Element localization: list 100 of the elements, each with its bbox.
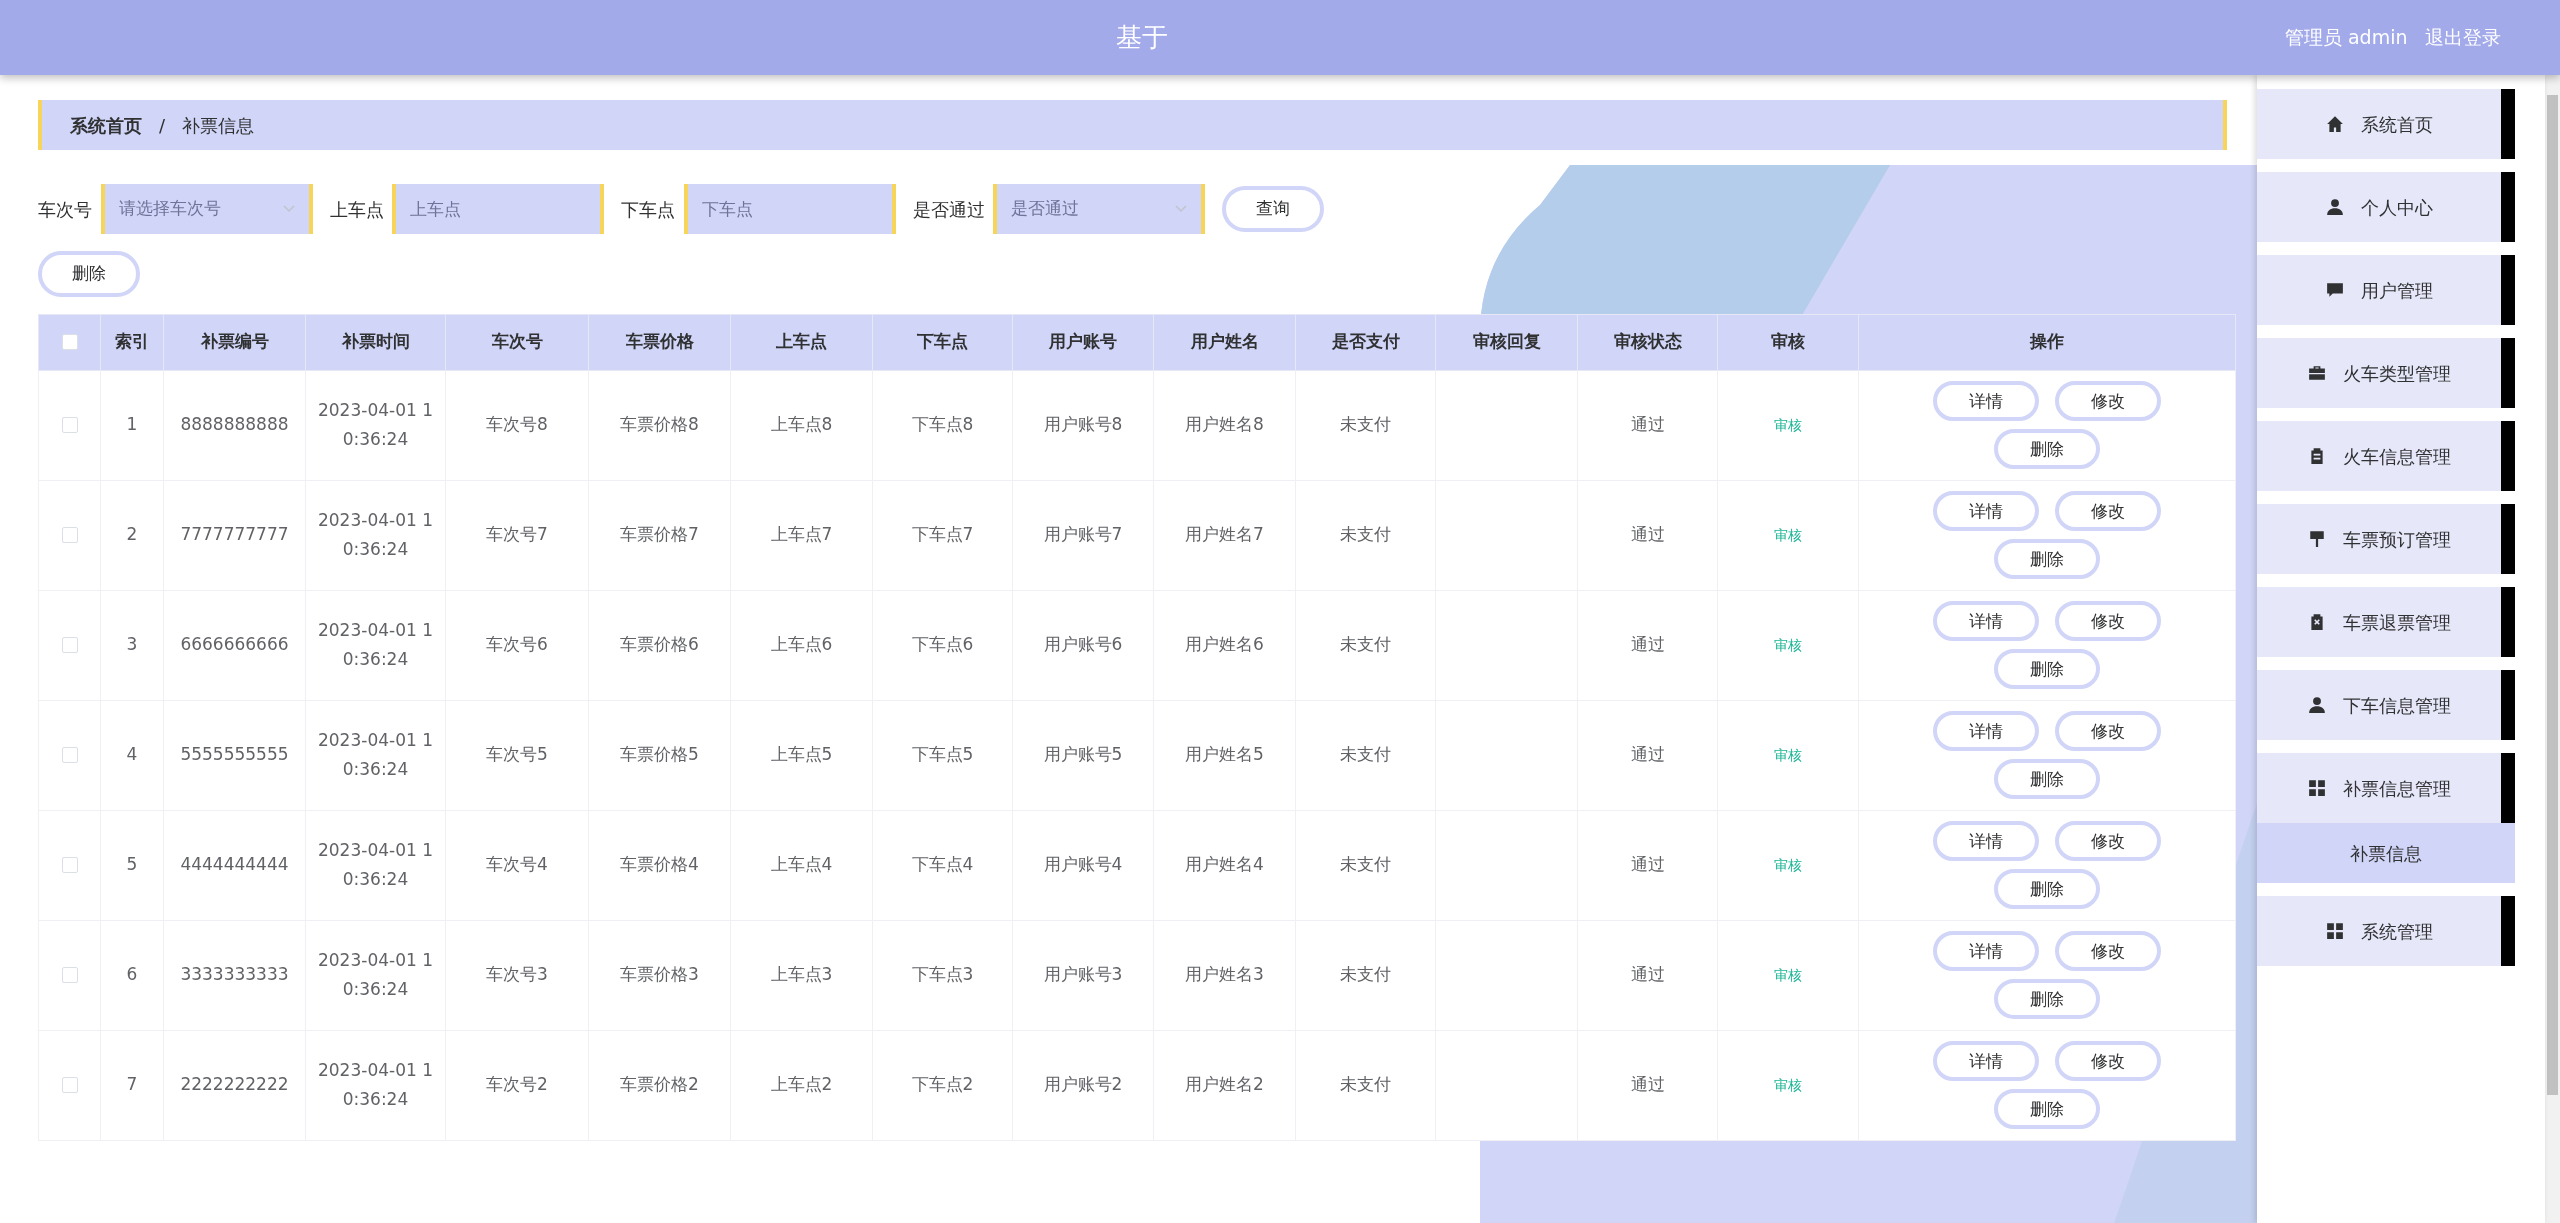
- sidebar-item[interactable]: 个人中心: [2257, 172, 2515, 242]
- sidebar-item[interactable]: 车票预订管理: [2257, 504, 2515, 574]
- select-all-checkbox[interactable]: [61, 334, 78, 351]
- table-cell: 车次号4: [486, 854, 548, 875]
- sidebar-item[interactable]: 补票信息管理: [2257, 753, 2515, 823]
- table-cell: 6: [126, 964, 138, 985]
- row-checkbox[interactable]: [61, 747, 78, 764]
- action-button[interactable]: 修改: [2055, 1041, 2161, 1081]
- table-cell: 未支付: [1340, 744, 1391, 765]
- column-header: 索引: [100, 314, 164, 370]
- table-cell: 用户姓名7: [1185, 524, 1264, 545]
- table-cell: 通过: [1630, 524, 1665, 545]
- row-checkbox[interactable]: [61, 857, 78, 874]
- action-button[interactable]: 修改: [2055, 491, 2161, 531]
- action-button[interactable]: 详情: [1933, 821, 2039, 861]
- row-checkbox[interactable]: [61, 637, 78, 654]
- home-icon: [2325, 115, 2344, 133]
- action-button[interactable]: 删除: [1994, 539, 2100, 579]
- table-cell: 2: [126, 524, 138, 545]
- sidebar-item[interactable]: 系统管理: [2257, 896, 2515, 966]
- table-cell: 上车点3: [770, 964, 833, 985]
- action-button[interactable]: 详情: [1933, 1041, 2039, 1081]
- sidebar-item[interactable]: 火车信息管理: [2257, 421, 2515, 491]
- table-cell: 车次号7: [486, 524, 548, 545]
- table-cell: 5555555555: [180, 744, 289, 765]
- delete-button[interactable]: 删除: [38, 251, 140, 297]
- table-cell: 2023-04-01 10:36:24: [318, 730, 433, 779]
- filter-label: 上车点: [329, 197, 384, 222]
- table-cell: 3: [126, 634, 138, 655]
- scrollbar[interactable]: [2545, 75, 2560, 1223]
- table-cell: 4444444444: [180, 854, 289, 875]
- action-button[interactable]: 修改: [2055, 601, 2161, 641]
- table-cell: 用户姓名6: [1185, 634, 1264, 655]
- sidebar-item[interactable]: 车票退票管理: [2257, 587, 2515, 657]
- table-cell: 用户账号8: [1043, 414, 1123, 435]
- input-field[interactable]: 上车点: [392, 184, 604, 234]
- sidebar-item[interactable]: 用户管理: [2257, 255, 2515, 325]
- table-cell: 3333333333: [180, 964, 289, 985]
- table-cell: 上车点7: [770, 524, 833, 545]
- search-button[interactable]: 查询: [1222, 186, 1324, 232]
- action-button[interactable]: 删除: [1994, 979, 2100, 1019]
- table-cell: 未支付: [1340, 964, 1391, 985]
- table-cell: 未支付: [1340, 854, 1391, 875]
- action-button[interactable]: 删除: [1994, 869, 2100, 909]
- column-header: 车次号: [445, 314, 589, 370]
- user-label: 管理员 admin: [2284, 25, 2408, 51]
- action-button[interactable]: 删除: [1994, 649, 2100, 689]
- table-cell: 未支付: [1340, 414, 1391, 435]
- column-header: 审核状态: [1577, 314, 1718, 370]
- table-cell: 2023-04-01 10:36:24: [318, 1060, 433, 1109]
- action-button[interactable]: 删除: [1994, 1089, 2100, 1129]
- action-button[interactable]: 修改: [2055, 711, 2161, 751]
- table-cell: 下车点2: [911, 1074, 974, 1095]
- sidebar-item[interactable]: 火车类型管理: [2257, 338, 2515, 408]
- action-button[interactable]: 详情: [1933, 711, 2039, 751]
- sidebar-item[interactable]: 下车信息管理: [2257, 670, 2515, 740]
- input-field[interactable]: 下车点: [683, 184, 896, 234]
- table-cell: 车次号2: [486, 1074, 548, 1095]
- column-header: 补票编号: [163, 314, 306, 370]
- table-cell: 车次号8: [486, 414, 548, 435]
- table-cell: 通过: [1630, 854, 1665, 875]
- action-button[interactable]: 修改: [2055, 821, 2161, 861]
- table-cell: 车票价格7: [620, 524, 699, 545]
- action-button[interactable]: 删除: [1994, 759, 2100, 799]
- sidebar-item[interactable]: 系统首页: [2257, 89, 2515, 159]
- action-button[interactable]: 详情: [1933, 381, 2039, 421]
- table-cell: 用户姓名4: [1185, 854, 1264, 875]
- table-cell: 车次号5: [486, 744, 548, 765]
- column-header: 操作: [1858, 314, 2236, 370]
- table-cell: 车票价格3: [620, 964, 699, 985]
- table-cell: 1: [126, 414, 138, 435]
- column-header: 是否支付: [1295, 314, 1436, 370]
- row-checkbox[interactable]: [61, 527, 78, 544]
- site-title: 基于: [1116, 22, 1169, 52]
- filter-label: 是否通过: [912, 197, 985, 222]
- action-button[interactable]: 修改: [2055, 931, 2161, 971]
- row-checkbox[interactable]: [61, 967, 78, 984]
- table-cell: 下车点7: [911, 524, 974, 545]
- table-cell: 2023-04-01 10:36:24: [318, 950, 433, 999]
- row-checkbox[interactable]: [61, 417, 78, 434]
- action-button[interactable]: 修改: [2055, 381, 2161, 421]
- table-cell: 6666666666: [180, 634, 289, 655]
- sidebar-subitem[interactable]: 补票信息: [2257, 823, 2515, 883]
- action-button[interactable]: 详情: [1933, 931, 2039, 971]
- table-cell: 8888888888: [180, 414, 289, 435]
- breadcrumb-link[interactable]: 系统首页: [70, 111, 142, 139]
- table-cell: 用户姓名8: [1185, 414, 1264, 435]
- action-button[interactable]: 详情: [1933, 601, 2039, 641]
- table-cell: 上车点6: [770, 634, 833, 655]
- table-cell: 通过: [1630, 744, 1665, 765]
- row-checkbox[interactable]: [61, 1077, 78, 1094]
- table-cell: 7: [126, 1074, 138, 1095]
- action-button[interactable]: 删除: [1994, 429, 2100, 469]
- table-cell: 用户账号6: [1043, 634, 1123, 655]
- table-cell: 4: [126, 744, 138, 765]
- signpost-icon: [2307, 530, 2326, 548]
- breadcrumb-separator: /: [159, 113, 166, 138]
- table-cell: 2023-04-01 10:36:24: [318, 620, 433, 669]
- table-cell: 车次号6: [486, 634, 548, 655]
- action-button[interactable]: 详情: [1933, 491, 2039, 531]
